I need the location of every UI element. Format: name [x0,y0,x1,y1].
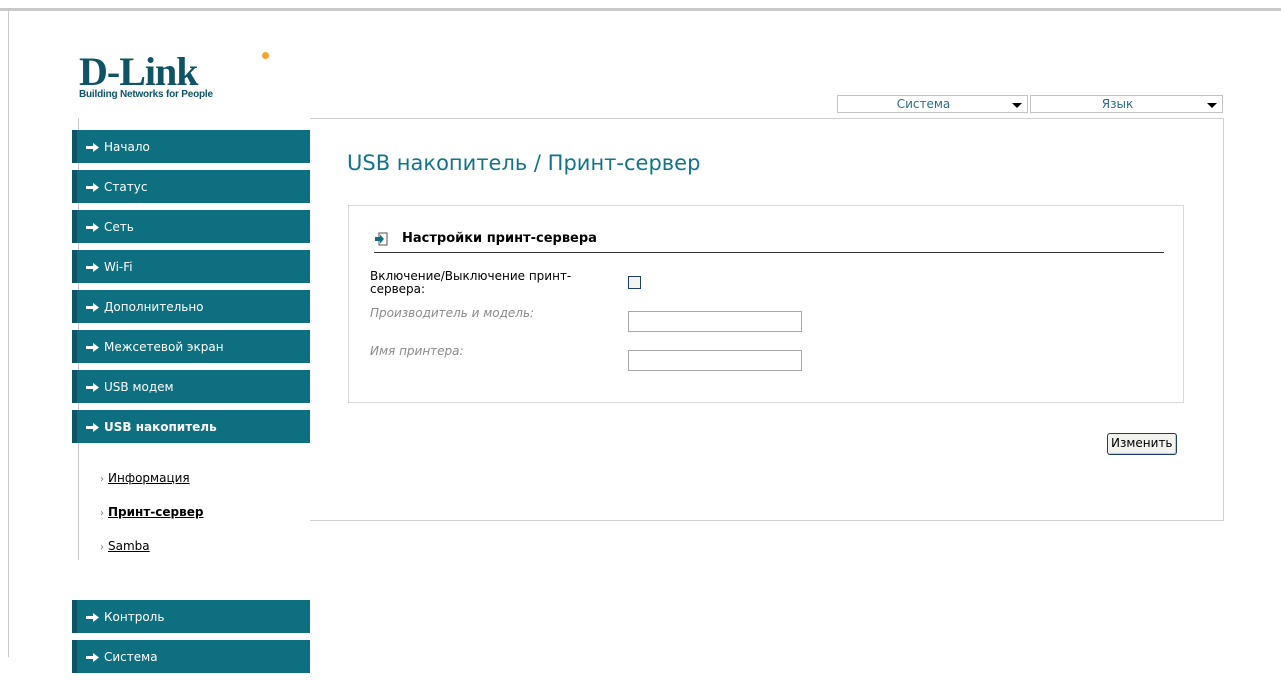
arrow-right-icon [86,423,99,432]
page-title: USB накопитель / Принт-сервер [347,151,701,175]
registered-mark-icon [262,52,269,59]
submenu-item-info: › Информация [100,471,190,485]
chevron-down-icon [1012,103,1022,108]
sidebar: Начало Статус Сеть Wi-Fi Дополнительно М… [72,130,310,680]
vendor-model-label: Производитель и модель: [370,306,535,320]
sidebar-item-label: Wi-Fi [104,260,133,274]
arrow-right-icon [86,223,99,232]
sidebar-item-advanced[interactable]: Дополнительно [72,290,310,323]
language-dropdown-label: Язык [1101,97,1134,111]
bullet-icon: › [100,474,104,485]
enable-print-server-checkbox[interactable] [628,276,641,289]
section-arrow-icon [375,232,388,246]
arrow-right-icon [86,303,99,312]
language-dropdown[interactable]: Язык [1030,95,1223,113]
submenu-link-info[interactable]: Информация [108,471,190,485]
arrow-right-icon [86,653,99,662]
sidebar-item-label: Система [104,650,158,664]
sidebar-item-status[interactable]: Статус [72,170,310,203]
arrow-right-icon [86,183,99,192]
arrow-right-icon [86,143,99,152]
system-dropdown-label: Система [896,97,951,111]
system-dropdown[interactable]: Система [837,95,1028,113]
sidebar-item-wifi[interactable]: Wi-Fi [72,250,310,283]
sidebar-item-label: Статус [104,180,148,194]
printer-name-label: Имя принтера: [370,344,464,358]
section-title: Настройки принт-сервера [402,231,597,246]
submenu-item-samba: › Samba [100,539,150,553]
bullet-icon: › [100,508,104,519]
submenu-link-samba[interactable]: Samba [108,539,150,553]
submenu-item-print-server: › Принт-сервер [100,505,203,519]
sidebar-item-label: USB накопитель [104,420,217,434]
sidebar-item-label: Контроль [104,610,165,624]
logo-wordmark: D-Link [79,49,198,94]
sidebar-item-network[interactable]: Сеть [72,210,310,243]
left-divider [8,11,9,657]
sidebar-item-control[interactable]: Контроль [72,600,310,633]
arrow-right-icon [86,383,99,392]
sidebar-item-label: Дополнительно [104,300,204,314]
sidebar-item-start[interactable]: Начало [72,130,310,163]
sidebar-item-label: Межсетевой экран [104,340,224,354]
sidebar-item-usb-storage[interactable]: USB накопитель [72,410,310,443]
printer-name-input[interactable] [628,350,802,371]
enable-print-server-label: Включение/Выключение принт-сервера: [370,269,572,296]
arrow-right-icon [86,613,99,622]
arrow-right-icon [86,343,99,352]
sidebar-item-firewall[interactable]: Межсетевой экран [72,330,310,363]
arrow-right-icon [86,263,99,272]
top-divider [0,8,1281,11]
vendor-model-input[interactable] [628,311,802,332]
chevron-down-icon [1207,103,1217,108]
sidebar-item-label: Сеть [104,220,134,234]
sidebar-item-usb-modem[interactable]: USB модем [72,370,310,403]
section-header: Настройки принт-сервера [374,230,1164,253]
change-button[interactable]: Изменить [1107,433,1177,455]
bullet-icon: › [100,542,104,553]
usb-storage-submenu: › Информация › Принт-сервер › Samba [72,450,310,600]
sidebar-item-label: Начало [104,140,150,154]
submenu-link-print-server[interactable]: Принт-сервер [108,505,203,519]
dlink-logo: D-Link Building Networks for People [79,52,269,100]
sidebar-item-label: USB модем [104,380,174,394]
